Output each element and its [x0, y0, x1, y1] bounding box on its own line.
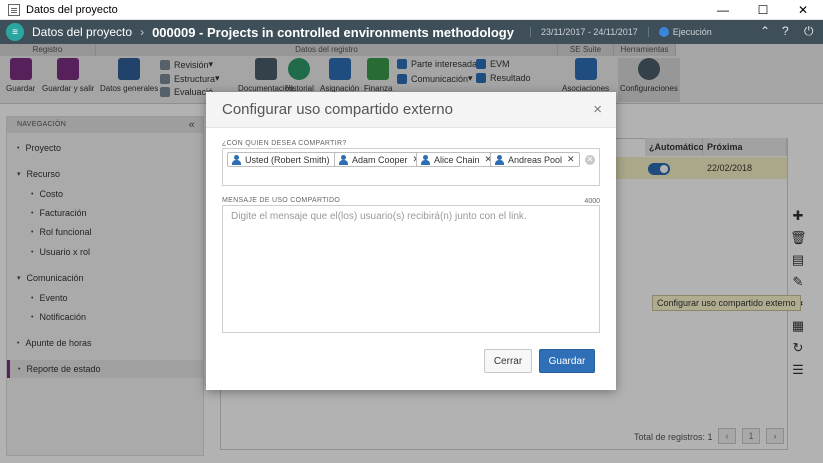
message-label: MENSAJE DE USO COMPARTIDO	[222, 197, 341, 204]
maximize-button[interactable]: ☐	[743, 0, 783, 20]
user-icon	[339, 154, 348, 165]
message-field-wrapper	[222, 205, 600, 333]
user-icon	[421, 154, 430, 165]
user-icon	[495, 154, 504, 165]
save-button[interactable]: Guardar	[539, 349, 595, 373]
dialog-header: Configurar uso compartido externo ×	[206, 92, 616, 128]
status-label: Ejecución	[672, 27, 712, 37]
power-icon[interactable]: ⏻	[804, 24, 814, 39]
clear-all-icon[interactable]: ✕	[585, 155, 595, 165]
app-header: ≡ Datos del proyecto › 000009 - Projects…	[0, 20, 823, 44]
recipient-tag: Andreas Pool ✕	[490, 152, 580, 167]
close-icon[interactable]: ×	[593, 101, 602, 118]
help-icon[interactable]: ?	[782, 24, 789, 38]
recipient-tag: Usted (Robert Smith) ✕	[227, 152, 348, 167]
record-dates: 23/11/2017 - 24/11/2017	[529, 27, 638, 37]
share-dialog: Configurar uso compartido externo × ¿CON…	[206, 92, 616, 390]
status-icon	[658, 27, 669, 37]
breadcrumb-separator: ›	[140, 25, 145, 39]
record-title: 000009 - Projects in controlled environm…	[152, 24, 514, 40]
app-logo-icon: ≡	[6, 23, 24, 41]
cancel-button[interactable]: Cerrar	[484, 349, 532, 373]
remove-recipient-icon[interactable]: ✕	[567, 154, 575, 165]
window-titlebar: Datos del proyecto — ☐ ✕	[0, 0, 823, 20]
minimize-button[interactable]: —	[703, 0, 743, 20]
recipient-tag: Adam Cooper ✕	[334, 152, 426, 167]
app-window-icon	[8, 3, 20, 16]
record-status: Ejecución	[647, 27, 712, 37]
message-textarea[interactable]	[223, 206, 599, 332]
user-icon	[232, 154, 241, 165]
share-with-label: ¿CON QUIEN DESEA COMPARTIR?	[222, 140, 347, 147]
dialog-title: Configurar uso compartido externo	[222, 101, 453, 118]
window-title: Datos del proyecto	[26, 3, 118, 16]
share-recipients-field[interactable]: Usted (Robert Smith) ✕ Adam Cooper ✕ Ali…	[222, 148, 600, 186]
char-counter: 4000	[584, 198, 600, 205]
collapse-header-icon[interactable]: ⌃	[760, 24, 770, 38]
breadcrumb-root[interactable]: Datos del proyecto	[32, 25, 132, 39]
close-window-button[interactable]: ✕	[783, 0, 823, 20]
recipient-tag: Alice Chain ✕	[416, 152, 498, 167]
